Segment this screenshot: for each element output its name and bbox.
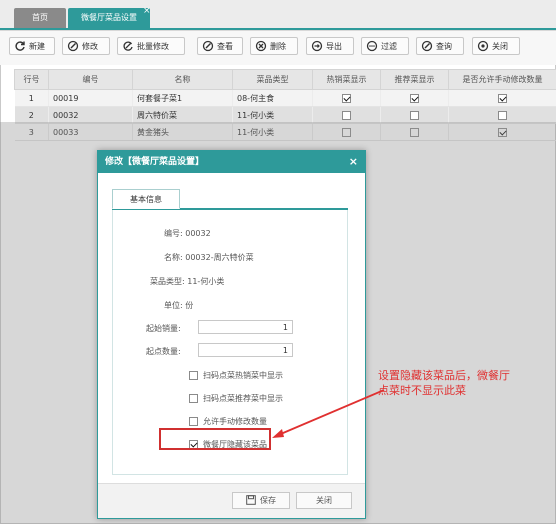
annotation-line2: 点菜时不显示此菜 (378, 384, 466, 397)
tab-basic-info[interactable]: 基本信息 (112, 189, 180, 209)
annotation-line1: 设置隐藏该菜品后，微餐厅 (378, 369, 510, 382)
annotation-text: 设置隐藏该菜品后，微餐厅 点菜时不显示此菜 (378, 368, 548, 398)
annotation-arrow (272, 389, 385, 438)
